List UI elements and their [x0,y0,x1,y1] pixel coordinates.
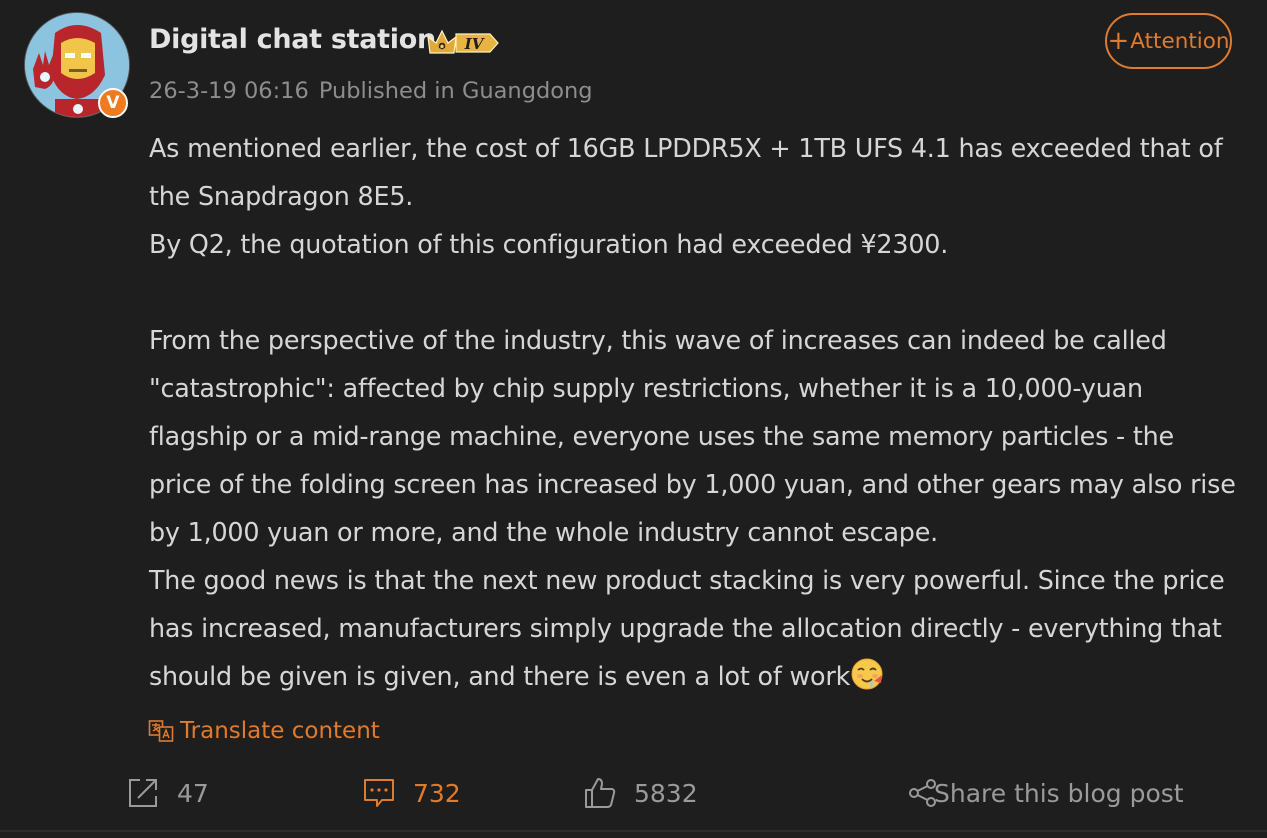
post-timestamp[interactable]: 26-3-19 06:16 [149,78,309,104]
post-location: Published in Guangdong [318,78,593,104]
level-badge: IV [426,27,502,59]
divider [0,830,1267,832]
verified-badge: V [98,88,128,118]
follow-button-label: Attention [1130,28,1230,54]
author-name[interactable]: Digital chat station [149,24,436,55]
drooling-face-emoji [850,657,884,691]
follow-button[interactable]: + Attention [1105,13,1232,69]
share-button[interactable]: Share this blog post [908,770,1184,816]
level-badge-text: IV [464,35,485,53]
content-paragraph: By Q2, the quotation of this configurati… [149,229,949,259]
post-content: As mentioned earlier, the cost of 16GB L… [149,124,1239,700]
plus-icon: + [1107,26,1130,56]
post-meta: 26-3-19 06:16 Published in Guangdong [149,78,593,104]
like-count: 5832 [634,778,698,808]
thumbs-up-icon [585,778,616,808]
content-paragraph: From the perspective of the industry, th… [149,325,1236,547]
content-paragraph-last: The good news is that the next new produ… [149,556,1239,700]
like-button[interactable]: 5832 [583,770,698,816]
comment-icon [364,779,394,807]
content-paragraph: As mentioned earlier, the cost of 16GB L… [149,133,1223,211]
repost-button[interactable]: 47 [126,770,209,816]
comment-button[interactable]: 732 [362,770,461,816]
repost-icon [129,779,157,807]
weibo-post: V Digital chat station IV 26-3-19 06:16 P… [0,0,1267,838]
content-paragraph-text: The good news is that the next new produ… [149,565,1225,691]
post-actions-bar: 47 732 5832 Share this blog post [0,770,1267,816]
comment-count: 732 [413,778,461,808]
avatar[interactable]: V [24,12,130,118]
share-label: Share this blog post [934,778,1184,808]
translate-icon [148,720,174,742]
repost-count: 47 [177,778,209,808]
translate-content-link[interactable]: Translate content [148,718,380,744]
translate-label: Translate content [180,718,380,744]
